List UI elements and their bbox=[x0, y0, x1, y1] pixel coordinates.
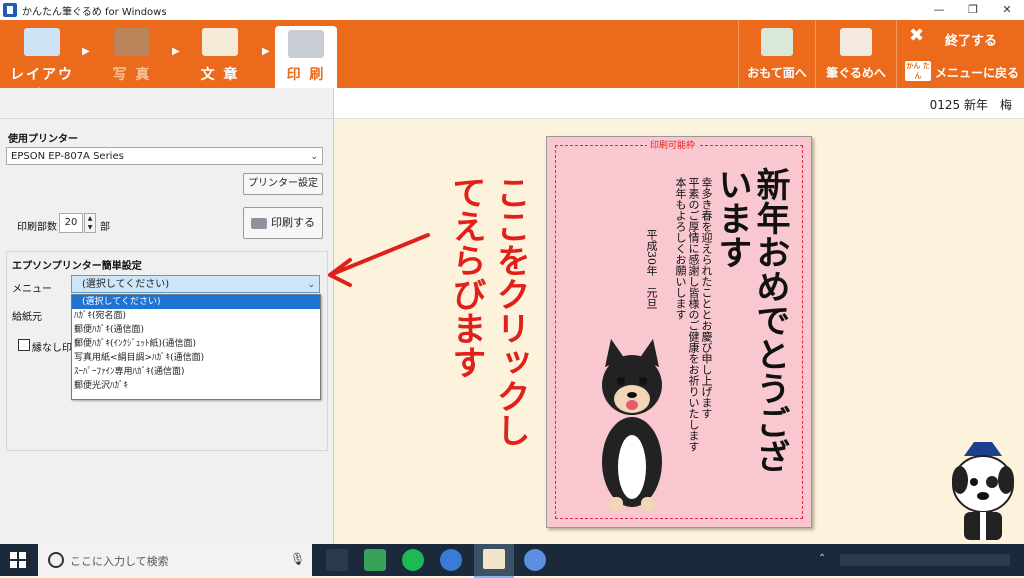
copies-label: 印刷部数 bbox=[17, 222, 57, 233]
spotify-icon[interactable] bbox=[402, 549, 424, 571]
step-text-label: 文 章 bbox=[200, 67, 240, 83]
front-side-label: おもて面へ bbox=[747, 66, 807, 80]
photo-icon bbox=[114, 28, 150, 56]
message-line: 幸多き春を迎えられたことと bbox=[700, 177, 713, 320]
greeting-text: 新年おめでとうございます bbox=[712, 167, 790, 473]
fudegurume-button[interactable]: 筆ぐるめへ bbox=[815, 20, 896, 88]
annotation-arrow bbox=[328, 233, 430, 287]
browser-icon[interactable] bbox=[440, 549, 462, 571]
text-icon bbox=[202, 28, 238, 56]
brush-icon bbox=[840, 28, 872, 56]
message-line: 皆様のご健康をお祈りいたします bbox=[687, 287, 700, 452]
printer-settings-button[interactable]: プリンター設定 bbox=[243, 173, 323, 195]
dropdown-option[interactable]: 郵便ﾊｶﾞｷ(通信面) bbox=[72, 323, 320, 337]
microphone-icon[interactable]: 🎙 bbox=[290, 552, 305, 566]
dropdown-option[interactable]: ﾊｶﾞｷ(宛名面) bbox=[72, 309, 320, 323]
shiba-dog-illustration bbox=[602, 339, 662, 511]
windows-taskbar: ここに入力して検索 🎙 ⌃ bbox=[0, 544, 1024, 578]
close-x-icon: ✖ bbox=[909, 25, 925, 46]
exit-button[interactable]: ✖ 終了する bbox=[896, 20, 1024, 54]
borderless-label: 縁なし印 bbox=[32, 343, 72, 354]
message-line: お慶び申し上げます bbox=[700, 320, 713, 419]
task-view-icon[interactable] bbox=[326, 549, 348, 571]
maximize-button[interactable]: ❐ bbox=[956, 0, 990, 20]
menu-select-value: (選択してください) bbox=[82, 279, 170, 290]
borderless-checkbox[interactable] bbox=[18, 339, 30, 351]
document-header: 0125 新年 梅 bbox=[334, 88, 1024, 119]
fudegurume-taskbar-icon bbox=[483, 549, 505, 569]
dropdown-option[interactable]: 郵便ﾊｶﾞｷ(ｲﾝｸｼﾞｪｯﾄ紙)(通信面) bbox=[72, 337, 320, 351]
app-icon[interactable] bbox=[364, 549, 386, 571]
date-text: 平成30年 元旦 bbox=[645, 229, 658, 309]
message-line: 本年もよろしくお願いします bbox=[674, 177, 687, 320]
printer-section-label: 使用プリンター bbox=[8, 134, 78, 145]
chevron-down-icon: ⌄ bbox=[307, 280, 315, 290]
message-block: 幸多き春を迎えられたこととお慶び申し上げます 平素のご厚情に感謝し皆様のご健康を… bbox=[674, 177, 713, 467]
dropdown-option[interactable]: (選択してください) bbox=[72, 295, 320, 309]
annotation-text: ここをクリックしてえらびます bbox=[446, 175, 530, 447]
step-print-tab[interactable]: 印 刷 bbox=[275, 26, 337, 88]
print-button[interactable]: 印刷する bbox=[243, 207, 323, 239]
step-layout-button[interactable]: レイアウト bbox=[6, 20, 78, 103]
dropdown-option[interactable]: 郵便光沢ﾊｶﾞｷ bbox=[72, 379, 320, 393]
minimize-button[interactable]: — bbox=[922, 0, 956, 20]
menu-back-button[interactable]: かん たん メニューに戻る bbox=[896, 54, 1024, 88]
kantan-badge-icon: かん たん bbox=[905, 61, 931, 81]
printer-select-value: EPSON EP-807A Series bbox=[11, 151, 124, 162]
postcard-preview: 印刷可能枠 新年おめでとうございます 幸多き春を迎えられたこととお慶び申し上げま… bbox=[546, 136, 812, 528]
step-print-label: 印 刷 bbox=[286, 67, 326, 83]
menu-dropdown-list: (選択してください) ﾊｶﾞｷ(宛名面) 郵便ﾊｶﾞｷ(通信面) 郵便ﾊｶﾞｷ(… bbox=[71, 294, 321, 400]
step-toolbar: レイアウト ▶ 写 真 ▶ 文 章 ▶ 印 刷 おもて面へ 筆ぐるめへ ✖ 終了… bbox=[0, 20, 1024, 103]
step-arrow-icon: ▶ bbox=[82, 46, 90, 57]
taskbar-search[interactable]: ここに入力して検索 🎙 bbox=[38, 544, 312, 576]
step-arrow-icon: ▶ bbox=[172, 46, 180, 57]
printer-small-icon bbox=[251, 217, 267, 229]
fudegurume-task[interactable] bbox=[474, 544, 514, 578]
fudegurume-label: 筆ぐるめへ bbox=[826, 66, 886, 80]
cortana-icon bbox=[48, 552, 64, 568]
search-placeholder: ここに入力して検索 bbox=[70, 555, 169, 568]
printer-select[interactable]: EPSON EP-807A Series ⌄ bbox=[6, 147, 323, 165]
front-side-button[interactable]: おもて面へ bbox=[738, 20, 815, 88]
message-line: 平素のご厚情に感謝し bbox=[687, 177, 700, 287]
windows-start-icon[interactable] bbox=[10, 552, 26, 568]
feed-label: 給紙元 bbox=[12, 312, 42, 323]
printer-icon bbox=[288, 30, 324, 58]
postcard-icon bbox=[761, 28, 793, 56]
system-tray[interactable] bbox=[840, 554, 1010, 566]
layout-icon bbox=[24, 28, 60, 56]
menu-back-label: メニューに戻る bbox=[935, 66, 1020, 80]
step-text-button[interactable]: 文 章 bbox=[184, 20, 256, 88]
panel-header bbox=[0, 88, 333, 119]
copies-input[interactable]: 20 bbox=[59, 213, 83, 233]
dropdown-option[interactable]: 写真用紙<絹目調>ﾊｶﾞｷ(通信面) bbox=[72, 351, 320, 365]
step-photo-label: 写 真 bbox=[112, 67, 152, 83]
chevron-down-icon: ⌄ bbox=[310, 152, 318, 162]
title-bar: かんたん筆ぐるめ for Windows — ❐ ✕ bbox=[0, 0, 1024, 20]
app-icon[interactable] bbox=[524, 549, 546, 571]
copies-unit: 部 bbox=[100, 222, 110, 233]
epson-menu-select[interactable]: (選択してください) ⌄ bbox=[71, 275, 320, 293]
dropdown-option[interactable]: ｽｰﾊﾟｰﾌｧｲﾝ専用ﾊｶﾞｷ(通信面) bbox=[72, 365, 320, 379]
exit-label: 終了する bbox=[945, 34, 998, 49]
print-settings-panel: 使用プリンター EPSON EP-807A Series ⌄ プリンター設定 印… bbox=[0, 88, 334, 544]
close-window-button[interactable]: ✕ bbox=[990, 0, 1024, 20]
printable-label: 印刷可能枠 bbox=[647, 138, 699, 151]
document-title: 0125 新年 梅 bbox=[929, 98, 1012, 112]
menu-label: メニュー bbox=[12, 284, 52, 295]
tray-expand-icon[interactable]: ⌃ bbox=[818, 553, 826, 564]
window-title: かんたん筆ぐるめ for Windows bbox=[22, 7, 167, 18]
step-arrow-icon: ▶ bbox=[262, 46, 270, 57]
copies-stepper[interactable]: ▲ ▼ bbox=[84, 213, 96, 233]
step-photo-button[interactable]: 写 真 bbox=[96, 20, 168, 88]
print-button-label: 印刷する bbox=[271, 216, 315, 229]
mascot-character bbox=[952, 442, 1014, 540]
app-icon bbox=[3, 3, 17, 17]
